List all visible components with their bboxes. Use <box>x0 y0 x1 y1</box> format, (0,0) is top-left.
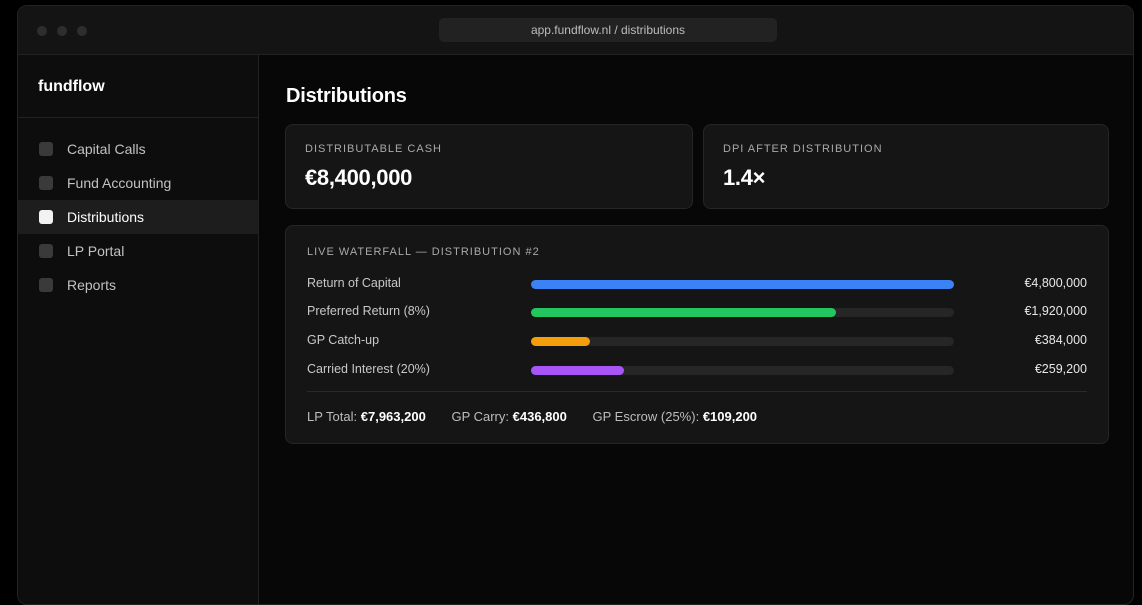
maximize-window-dot[interactable] <box>77 26 87 36</box>
square-icon <box>39 244 53 258</box>
waterfall-bar-track <box>531 366 954 375</box>
square-icon <box>39 278 53 292</box>
waterfall-bar-fill <box>531 337 591 346</box>
waterfall-bar-fill <box>531 366 625 375</box>
sidebar-item-label: Distributions <box>67 209 145 225</box>
page-title: Distributions <box>286 85 407 107</box>
stat-card-distributable-cash: DISTRIBUTABLE CASH €8,400,000 <box>285 124 693 209</box>
sidebar-item-label: Reports <box>67 277 117 293</box>
brand-logo[interactable]: fundflow <box>18 55 258 118</box>
waterfall-row-amount: €259,200 <box>1034 362 1087 376</box>
sidebar-item-lp-portal[interactable]: LP Portal <box>18 234 258 268</box>
waterfall-bar-fill <box>531 280 954 289</box>
browser-window: app.fundflow.nl / distributions fundflow… <box>17 5 1134 605</box>
stat-label: DISTRIBUTABLE CASH <box>305 143 442 155</box>
address-bar[interactable]: app.fundflow.nl / distributions <box>439 18 777 42</box>
waterfall-bar-fill <box>531 308 836 317</box>
sidebar-item-distributions[interactable]: Distributions <box>18 200 258 234</box>
close-window-dot[interactable] <box>37 26 47 36</box>
waterfall-title: LIVE WATERFALL — DISTRIBUTION #2 <box>307 246 540 258</box>
waterfall-row-label: GP Catch-up <box>307 333 380 347</box>
waterfall-row-label: Preferred Return (8%) <box>307 304 430 318</box>
waterfall-bar-track <box>531 280 954 289</box>
stat-card-dpi: DPI AFTER DISTRIBUTION 1.4× <box>703 124 1109 209</box>
waterfall-row-amount: €4,800,000 <box>1024 276 1087 290</box>
waterfall-row-label: Carried Interest (20%) <box>307 362 430 376</box>
sidebar-nav: Capital Calls Fund Accounting Distributi… <box>18 118 258 302</box>
sidebar-item-reports[interactable]: Reports <box>18 268 258 302</box>
sidebar-item-capital-calls[interactable]: Capital Calls <box>18 132 258 166</box>
lp-total: LP Total: €7,963,200 <box>307 409 426 424</box>
minimize-window-dot[interactable] <box>57 26 67 36</box>
stat-value: €8,400,000 <box>305 165 413 190</box>
stat-label: DPI AFTER DISTRIBUTION <box>723 143 883 155</box>
lp-total-label: LP Total: <box>307 409 358 424</box>
waterfall-bar-track <box>531 308 954 317</box>
gp-escrow: GP Escrow (25%): €109,200 <box>593 409 758 424</box>
main-content: Distributions DISTRIBUTABLE CASH €8,400,… <box>259 55 1133 604</box>
waterfall-divider <box>307 391 1087 392</box>
gp-carry-label: GP Carry: <box>451 409 510 424</box>
waterfall-row-label: Return of Capital <box>307 276 401 290</box>
sidebar-item-label: LP Portal <box>67 243 125 259</box>
gp-escrow-label: GP Escrow (25%): <box>592 409 700 424</box>
gp-carry: GP Carry: €436,800 <box>451 409 566 424</box>
waterfall-totals: LP Total: €7,963,200 GP Carry: €436,800 … <box>307 409 779 424</box>
waterfall-row: Carried Interest (20%) €259,200 <box>307 360 1087 380</box>
sidebar-item-fund-accounting[interactable]: Fund Accounting <box>18 166 258 200</box>
title-bar: app.fundflow.nl / distributions <box>18 6 1133 55</box>
sidebar: fundflow Capital Calls Fund Accounting D… <box>18 55 259 604</box>
waterfall-bar-track <box>531 337 954 346</box>
waterfall-card: LIVE WATERFALL — DISTRIBUTION #2 Return … <box>285 225 1109 444</box>
square-icon <box>39 142 53 156</box>
stat-value: 1.4× <box>723 165 766 190</box>
waterfall-row: GP Catch-up €384,000 <box>307 331 1087 351</box>
sidebar-item-label: Fund Accounting <box>67 175 172 191</box>
waterfall-row: Return of Capital €4,800,000 <box>307 274 1087 294</box>
lp-total-value: €7,963,200 <box>360 409 426 424</box>
square-icon <box>39 210 53 224</box>
sidebar-item-label: Capital Calls <box>67 141 146 157</box>
waterfall-row-amount: €1,920,000 <box>1024 304 1087 318</box>
square-icon <box>39 176 53 190</box>
waterfall-row: Preferred Return (8%) €1,920,000 <box>307 302 1087 322</box>
gp-carry-value: €436,800 <box>512 409 567 424</box>
waterfall-row-amount: €384,000 <box>1034 333 1087 347</box>
gp-escrow-value: €109,200 <box>702 409 758 424</box>
